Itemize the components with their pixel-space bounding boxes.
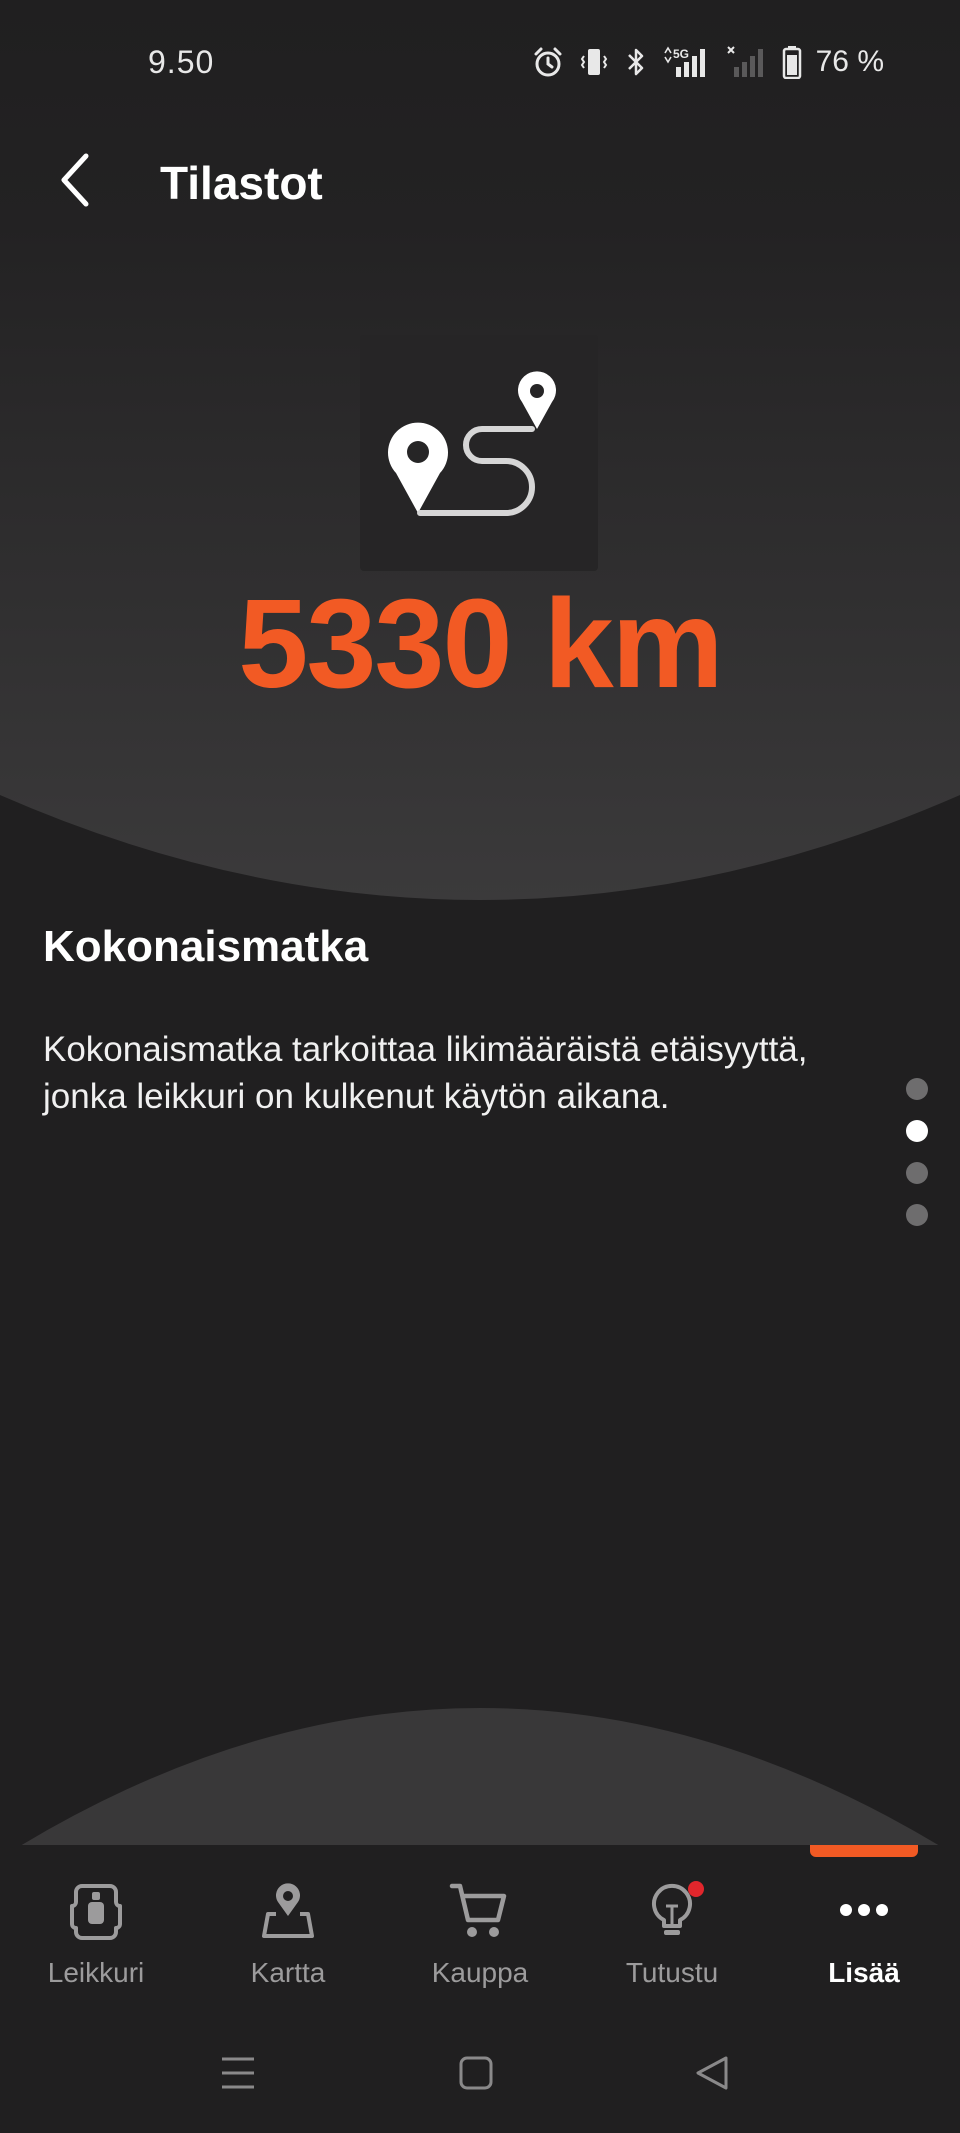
alarm-icon xyxy=(532,46,564,78)
battery-icon xyxy=(782,45,802,79)
vibrate-icon xyxy=(578,46,610,78)
svg-text:5G: 5G xyxy=(673,47,689,61)
signal-5g-icon: 5G xyxy=(662,45,712,79)
system-navigation-bar xyxy=(0,2015,960,2133)
bluetooth-icon xyxy=(624,46,648,78)
page-dot-1[interactable] xyxy=(906,1078,928,1100)
nav-item-lisaa[interactable]: Lisää xyxy=(768,1845,960,2015)
page-dot-4[interactable] xyxy=(906,1204,928,1226)
system-back-icon xyxy=(694,2055,730,2096)
mower-icon xyxy=(0,1875,192,1945)
notification-badge xyxy=(688,1881,704,1897)
app-header: Tilastot xyxy=(0,130,960,240)
recent-apps-button[interactable] xyxy=(198,2045,278,2105)
battery-percentage: 76 % xyxy=(815,45,884,78)
recent-apps-icon xyxy=(220,2055,256,2096)
bottom-arc-decoration xyxy=(0,1680,960,1846)
nav-label: Kauppa xyxy=(431,1957,529,1988)
home-button[interactable] xyxy=(436,2045,516,2105)
status-icons: 5G 76 % xyxy=(532,42,884,82)
page-title: Tilastot xyxy=(160,157,323,209)
status-bar: 9.50 5G 76 % xyxy=(0,0,960,130)
stat-value: 5330 km xyxy=(238,573,723,714)
nav-label: Leikkuri xyxy=(47,1957,145,1988)
bottom-navigation: Leikkuri Kartta Kauppa Tutustu Lisää xyxy=(0,1845,960,2015)
page-dot-2[interactable] xyxy=(906,1120,928,1142)
nav-label: Tutustu xyxy=(625,1957,719,1988)
nav-item-tutustu[interactable]: Tutustu xyxy=(576,1845,768,2015)
status-time: 9.50 xyxy=(148,44,215,80)
stat-icon-container xyxy=(360,335,598,571)
system-back-button[interactable] xyxy=(672,2045,752,2105)
shopping-cart-icon xyxy=(384,1875,576,1945)
nav-item-leikkuri[interactable]: Leikkuri xyxy=(0,1845,192,2015)
stat-title: Kokonaismatka xyxy=(43,922,369,971)
more-dots-icon xyxy=(768,1875,960,1945)
nav-label: Kartta xyxy=(250,1957,326,1988)
nav-item-kauppa[interactable]: Kauppa xyxy=(384,1845,576,2015)
lightbulb-icon xyxy=(576,1875,768,1945)
home-icon xyxy=(458,2055,494,2096)
nav-label: Lisää xyxy=(828,1957,900,1988)
nav-item-kartta[interactable]: Kartta xyxy=(192,1845,384,2015)
map-pin-icon xyxy=(192,1875,384,1945)
signal-no-sim-icon xyxy=(726,45,768,79)
stat-description: Kokonaismatka tarkoittaa likimääräistä e… xyxy=(43,1030,808,1116)
back-button[interactable] xyxy=(44,150,108,214)
page-dot-3[interactable] xyxy=(906,1162,928,1184)
back-arrow-icon xyxy=(56,152,96,213)
page-indicator xyxy=(906,1078,930,1246)
